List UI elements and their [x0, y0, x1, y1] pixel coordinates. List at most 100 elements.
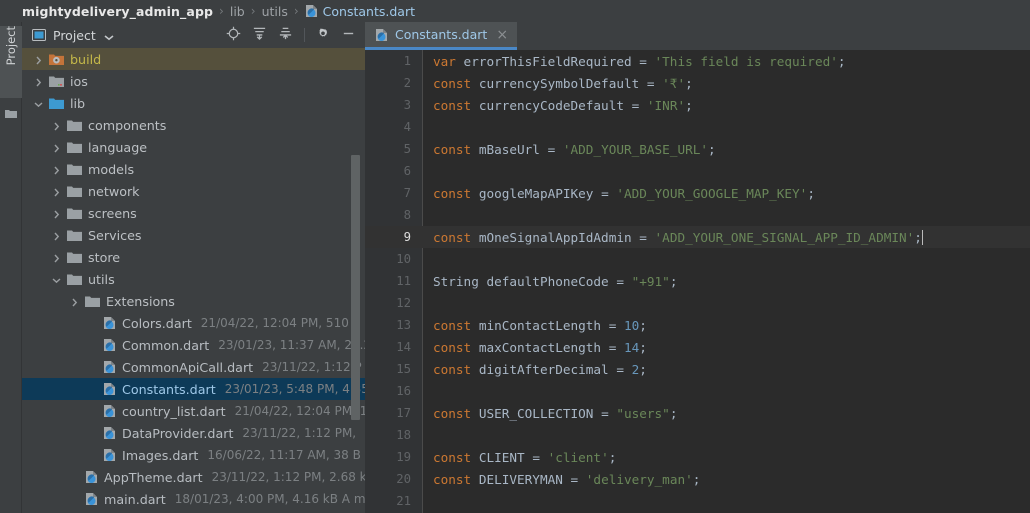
code-line[interactable]: 4 — [365, 116, 1030, 138]
tree-node-label: Constants.dart — [122, 381, 216, 397]
code-line[interactable]: 8 — [365, 204, 1030, 226]
tree-folder-row[interactable]: store — [22, 246, 365, 268]
code-line[interactable]: 20 const DELIVERYMAN = 'delivery_man'; — [365, 468, 1030, 490]
folder-icon — [85, 295, 100, 308]
code-line[interactable]: 17 const USER_COLLECTION = "users"; — [365, 402, 1030, 424]
code-line[interactable]: 11 String defaultPhoneCode = "+91"; — [365, 270, 1030, 292]
tree-folder-row[interactable]: models — [22, 158, 365, 180]
line-number: 3 — [403, 98, 411, 112]
project-panel-header: Project — [22, 22, 365, 48]
tree-folder-row[interactable]: build — [22, 48, 365, 70]
tree-arrow-placeholder — [87, 406, 98, 417]
breadcrumb-project[interactable]: mightydelivery_admin_app — [22, 4, 213, 19]
code-token-str: 'ADD_YOUR_ONE_SIGNAL_APP_ID_ADMIN' — [654, 229, 915, 245]
code-token-op: ; — [639, 317, 647, 333]
code-line[interactable]: 1 var errorThisFieldRequired = 'This fiel… — [365, 50, 1030, 72]
code-line[interactable]: 16 — [365, 380, 1030, 402]
tree-node-label: Common.dart — [122, 337, 210, 353]
code-line[interactable]: 6 — [365, 160, 1030, 182]
close-icon[interactable]: × — [496, 28, 508, 42]
code-line[interactable]: 7 const googleMapAPIKey = 'ADD_YOUR_GOOGL… — [365, 182, 1030, 204]
code-line[interactable]: 14 const maxContactLength = 14; — [365, 336, 1030, 358]
tree-folder-row[interactable]: components — [22, 114, 365, 136]
collapse-all-icon[interactable] — [278, 26, 293, 45]
code-token-id: DELIVERYMAN — [471, 471, 571, 487]
locate-icon[interactable] — [226, 26, 241, 45]
code-lines[interactable]: 1 var errorThisFieldRequired = 'This fiel… — [365, 50, 1030, 512]
code-token-num: 14 — [623, 339, 640, 355]
chevron-right-icon[interactable] — [51, 142, 62, 153]
chevron-right-icon[interactable] — [33, 76, 44, 87]
tree-arrow-placeholder — [87, 450, 98, 461]
tree-node-label: language — [88, 139, 148, 155]
project-panel-title[interactable]: Project — [53, 28, 96, 43]
chevron-right-icon[interactable] — [51, 164, 62, 175]
chevron-right-icon[interactable] — [51, 120, 62, 131]
code-line[interactable]: 5 const mBaseUrl = 'ADD_YOUR_BASE_URL'; — [365, 138, 1030, 160]
tree-folder-row[interactable]: utils — [22, 268, 365, 290]
code-line-text: const mOneSignalAppIdAdmin = 'ADD_YOUR_O… — [433, 229, 924, 245]
settings-gear-icon[interactable] — [316, 26, 330, 45]
tree-file-row[interactable]: CommonApiCall.dart 23/11/22, 1:12 P — [22, 356, 365, 378]
tree-file-row[interactable]: DataProvider.dart 23/11/22, 1:12 PM, — [22, 422, 365, 444]
tree-folder-row[interactable]: lib — [22, 92, 365, 114]
tree-folder-row[interactable]: screens — [22, 202, 365, 224]
tree-file-row[interactable]: Images.dart 16/06/22, 11:17 AM, 38 B — [22, 444, 365, 466]
breadcrumb-lib[interactable]: lib — [230, 4, 245, 19]
chevron-right-icon[interactable] — [51, 208, 62, 219]
tree-file-row[interactable]: AppTheme.dart 23/11/22, 1:12 PM, 2.68 k — [22, 466, 365, 488]
code-token-str: 'ADD_YOUR_BASE_URL' — [562, 141, 709, 157]
chevron-down-icon[interactable] — [104, 26, 114, 45]
hide-panel-icon[interactable] — [341, 26, 356, 45]
code-line[interactable]: 12 — [365, 292, 1030, 314]
code-line[interactable]: 9 const mOneSignalAppIdAdmin = 'ADD_YOUR_… — [365, 226, 1030, 248]
tree-folder-row[interactable]: Services — [22, 224, 365, 246]
tree-node-label: main.dart — [104, 491, 166, 507]
line-number: 10 — [396, 252, 411, 266]
tree-file-row[interactable]: main.dart 18/01/23, 4:00 PM, 4.16 kB A mi… — [22, 488, 365, 510]
project-tree-scrollbar[interactable] — [351, 155, 360, 420]
chevron-down-icon[interactable] — [51, 274, 62, 285]
code-line[interactable]: 15 const digitAfterDecimal = 2; — [365, 358, 1030, 380]
code-line[interactable]: 10 — [365, 248, 1030, 270]
project-tree[interactable]: build ios lib components language models netwo… — [22, 48, 365, 513]
chevron-right-icon[interactable] — [51, 252, 62, 263]
folder-icon — [67, 163, 82, 176]
chevron-down-icon[interactable] — [33, 98, 44, 109]
code-editor[interactable]: 1 var errorThisFieldRequired = 'This fiel… — [365, 50, 1030, 513]
code-line[interactable]: 3 const currencyCodeDefault = 'INR'; — [365, 94, 1030, 116]
code-line[interactable]: 18 — [365, 424, 1030, 446]
tool-window-button-project[interactable]: Project — [0, 26, 22, 98]
tree-folder-row[interactable]: language — [22, 136, 365, 158]
code-token-op: = — [532, 449, 548, 465]
expand-all-icon[interactable] — [252, 26, 267, 45]
chevron-right-icon[interactable] — [51, 186, 62, 197]
code-token-id: CLIENT — [471, 449, 533, 465]
code-line[interactable]: 13 const minContactLength = 10; — [365, 314, 1030, 336]
dart-file-icon — [85, 470, 98, 484]
chevron-right-icon[interactable] — [51, 230, 62, 241]
breadcrumb-utils[interactable]: utils — [262, 4, 288, 19]
tree-file-row[interactable]: Constants.dart 23/01/23, 5:48 PM, 4.35 — [22, 378, 365, 400]
tree-file-row[interactable]: Common.dart 23/01/23, 11:37 AM, 25.2 — [22, 334, 365, 356]
code-line[interactable]: 21 — [365, 490, 1030, 512]
folder-excluded-icon — [49, 53, 64, 66]
tree-arrow-placeholder — [69, 472, 80, 483]
tree-file-row[interactable]: country_list.dart 21/04/22, 12:04 PM, 1 — [22, 400, 365, 422]
code-token-str: 'INR' — [646, 97, 686, 113]
breadcrumb-file[interactable]: Constants.dart — [323, 4, 415, 19]
dart-file-icon — [103, 382, 116, 396]
editor-tab-constants-dart[interactable]: Constants.dart × — [365, 22, 518, 50]
chevron-right-icon[interactable] — [69, 296, 80, 307]
chevron-right-icon[interactable] — [33, 54, 44, 65]
tree-folder-row[interactable]: ios — [22, 70, 365, 92]
tree-file-row[interactable]: Colors.dart 21/04/22, 12:04 PM, 510 B — [22, 312, 365, 334]
tree-folder-row[interactable]: network — [22, 180, 365, 202]
editor-tab-bar: Constants.dart × — [365, 22, 1030, 50]
tree-folder-row[interactable]: Extensions — [22, 290, 365, 312]
code-line[interactable]: 2 const currencySymbolDefault = '₹'; — [365, 72, 1030, 94]
code-token-op: ; — [685, 97, 693, 113]
project-panel: Project build ios lib components languag… — [22, 22, 365, 513]
tree-node-detail: 16/06/22, 11:17 AM, 38 B — [207, 448, 361, 462]
code-line[interactable]: 19 const CLIENT = 'client'; — [365, 446, 1030, 468]
